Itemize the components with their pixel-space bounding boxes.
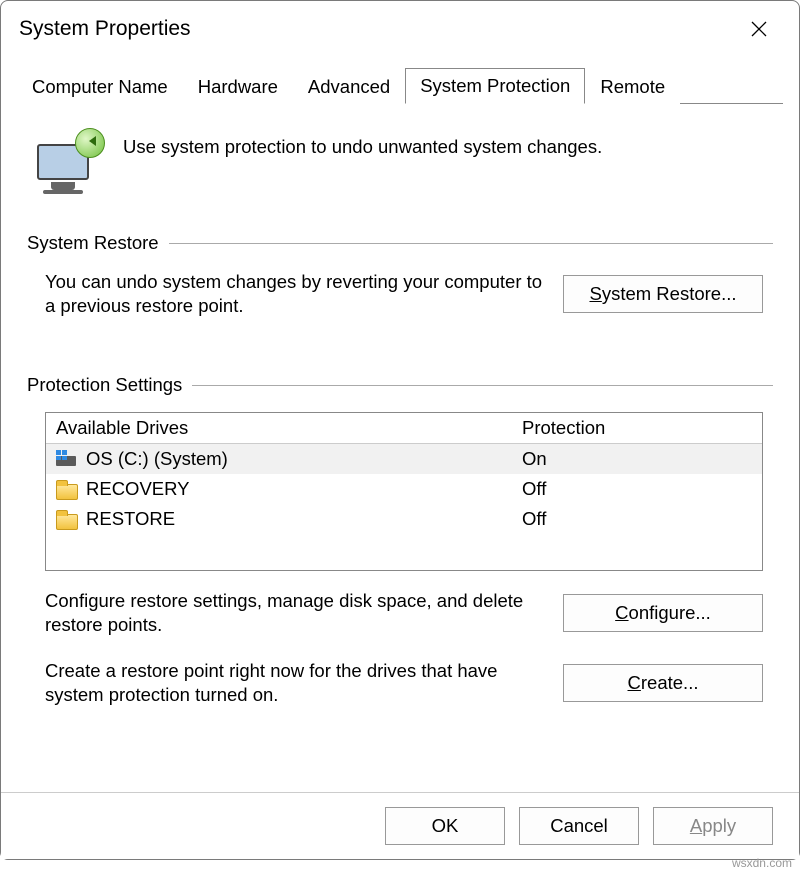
tab-computer-name[interactable]: Computer Name (17, 69, 183, 104)
drive-name: RESTORE (86, 508, 175, 530)
apply-button[interactable]: Apply (653, 807, 773, 845)
system-properties-window: System Properties Computer Name Hardware… (0, 0, 800, 860)
tab-remote[interactable]: Remote (585, 69, 680, 104)
create-text: Create a restore point right now for the… (45, 659, 545, 707)
table-row[interactable]: RECOVERY Off (46, 474, 762, 504)
drives-body: OS (C:) (System) On RECOVERY Off RESTORE… (46, 444, 762, 570)
divider (169, 243, 773, 244)
protection-settings-group: Protection Settings Available Drives Pro… (27, 374, 773, 717)
drives-table[interactable]: Available Drives Protection OS (C:) (Sys… (45, 412, 763, 571)
close-button[interactable] (737, 11, 781, 47)
column-protection: Protection (522, 417, 752, 439)
table-row[interactable]: OS (C:) (System) On (46, 444, 762, 474)
tab-hardware[interactable]: Hardware (183, 69, 293, 104)
tab-advanced[interactable]: Advanced (293, 69, 405, 104)
drive-protection: Off (522, 478, 752, 500)
configure-button[interactable]: Configure... (563, 594, 763, 632)
drive-name: OS (C:) (System) (86, 448, 228, 470)
system-restore-button[interactable]: System Restore... (563, 275, 763, 313)
drive-name: RECOVERY (86, 478, 190, 500)
close-icon (750, 20, 768, 38)
system-drive-icon (56, 450, 78, 468)
column-drives: Available Drives (56, 417, 522, 439)
system-restore-label: System Restore (27, 232, 159, 254)
drive-protection: Off (522, 508, 752, 530)
folder-icon (56, 510, 78, 528)
configure-text: Configure restore settings, manage disk … (45, 589, 545, 637)
system-restore-text: You can undo system changes by reverting… (45, 270, 545, 318)
window-title: System Properties (19, 17, 191, 41)
drive-protection: On (522, 448, 752, 470)
dialog-footer: OK Cancel Apply (1, 792, 799, 859)
protection-settings-label: Protection Settings (27, 374, 182, 396)
create-button[interactable]: Create... (563, 664, 763, 702)
tab-bar: Computer Name Hardware Advanced System P… (1, 67, 799, 103)
tab-content: Use system protection to undo unwanted s… (1, 104, 799, 792)
ok-button[interactable]: OK (385, 807, 505, 845)
divider (192, 385, 773, 386)
intro-text: Use system protection to undo unwanted s… (123, 130, 602, 158)
cancel-button[interactable]: Cancel (519, 807, 639, 845)
intro-section: Use system protection to undo unwanted s… (37, 130, 773, 194)
system-protection-icon (37, 130, 103, 194)
system-restore-group: System Restore You can undo system chang… (27, 232, 773, 328)
drives-header: Available Drives Protection (46, 413, 762, 444)
tab-system-protection[interactable]: System Protection (405, 68, 585, 104)
titlebar: System Properties (1, 1, 799, 53)
watermark: wsxdn.com (732, 856, 792, 870)
table-row[interactable]: RESTORE Off (46, 504, 762, 534)
folder-icon (56, 480, 78, 498)
